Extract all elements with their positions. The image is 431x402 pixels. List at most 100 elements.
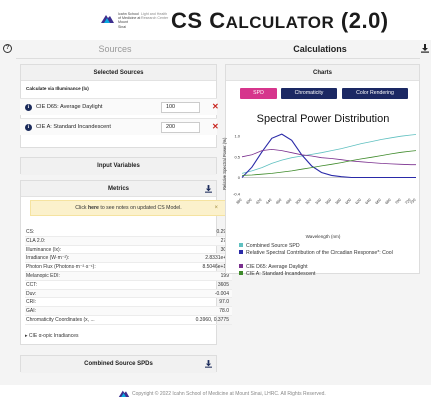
x-tick-label: 660: [375, 198, 382, 205]
info-icon[interactable]: i: [25, 124, 32, 131]
x-tick-label: 680: [385, 198, 392, 205]
legend-swatch: [239, 250, 243, 254]
x-tick-label: 540: [315, 198, 322, 205]
x-tick-label: 500: [295, 198, 302, 205]
logo-line: Research Center: [141, 16, 169, 21]
illuminance-input[interactable]: 100: [161, 102, 200, 113]
metric-row: Irradiance (W·m⁻²): 2.8331e+0: [25, 254, 232, 264]
title-part: C: [209, 8, 226, 33]
title-part: ALCULATOR: [225, 13, 335, 32]
source-row: i CIE A: Standard Incandescent 200 ✕: [20, 118, 219, 135]
alpha-opic-toggle[interactable]: ▸ CIE α-opic Irradiances: [25, 333, 78, 339]
illuminance-input[interactable]: 200: [161, 122, 200, 133]
x-tick-label: 600: [345, 198, 352, 205]
metric-label: GAI:: [26, 308, 37, 315]
legend-swatch: [239, 264, 243, 268]
x-tick-label: 560: [325, 198, 332, 205]
charts-heading: Charts: [226, 65, 419, 81]
metric-label: Duv:: [26, 290, 37, 297]
school-logo-text: Icahn School of Medicine at Mount Sinai: [118, 12, 140, 29]
metric-label: CS:: [26, 229, 35, 235]
metric-label: CRI:: [26, 299, 36, 306]
legend-swatch: [239, 243, 243, 247]
help-icon[interactable]: ?: [3, 44, 12, 53]
remove-source-icon[interactable]: ✕: [212, 102, 219, 112]
app-title: CS CALCULATOR (2.0): [171, 8, 389, 34]
metric-label: Irradiance (W·m⁻²):: [26, 255, 70, 262]
title-part: (2.0): [334, 8, 389, 33]
legend-item[interactable]: CIE D65: Average Daylight: [239, 264, 308, 270]
metric-label: CLA 2.0:: [26, 237, 46, 244]
metric-label: CCT:: [26, 281, 38, 288]
calculations-panel-title: Calculations: [293, 44, 347, 54]
logo-line: Sinai: [118, 24, 126, 29]
series-line: [241, 150, 417, 176]
combined-spd-heading: Combined Source SPDs: [21, 356, 216, 373]
input-variables-card[interactable]: Input Variables: [20, 157, 217, 175]
source-row: i CIE D65: Average Daylight 100 ✕: [20, 98, 219, 115]
lhrc-logo-text: Light and Health Research Center: [141, 12, 168, 20]
x-tick-label: 640: [365, 198, 372, 205]
selected-sources-heading: Selected Sources: [21, 65, 216, 81]
x-tick-label: 700: [394, 198, 401, 205]
tab-color-rendering[interactable]: Color Rendering: [342, 88, 408, 99]
download-icon[interactable]: [421, 44, 429, 53]
x-axis-label: Wavelength (nm): [305, 234, 341, 239]
notice-text: to see notes on updated CS Model.: [98, 205, 182, 211]
legend-label: Combined Source SPD: [246, 243, 300, 249]
mount-sinai-logo: [101, 15, 114, 23]
metric-row: Melanopic EDI: 199: [25, 272, 232, 281]
metric-label: Chromaticity Coordinates (x, ...: [26, 317, 95, 323]
mount-sinai-logo: [118, 390, 130, 397]
remove-source-icon[interactable]: ✕: [212, 122, 219, 132]
metrics-heading: Metrics: [21, 181, 216, 197]
y-axis-label: Relative Spectral Power (%): [222, 137, 227, 190]
x-tick-label: 580: [335, 198, 342, 205]
legend-item[interactable]: CIE A: Standard Incandescent: [239, 271, 316, 277]
x-tick-label: 520: [305, 198, 312, 205]
x-tick-label: 730: [409, 198, 416, 205]
combined-spd-card[interactable]: Combined Source SPDs: [20, 355, 217, 373]
divider: [16, 58, 420, 59]
tab-chromaticity[interactable]: Chromaticity: [281, 88, 337, 99]
download-icon[interactable]: [205, 185, 212, 193]
notes-link[interactable]: here: [88, 205, 99, 211]
x-tick-label: 440: [265, 198, 272, 205]
series-line: [241, 148, 416, 166]
x-tick-label: 460: [275, 198, 282, 205]
metric-value: 78.0: [219, 308, 229, 315]
metric-row: Illuminance (lx):300: [25, 246, 232, 255]
y-tick-label: 1.0: [234, 134, 240, 139]
metric-row: GAI: 78.0: [25, 307, 232, 316]
x-tick-label: 400: [245, 198, 252, 205]
sources-panel-title: Sources: [98, 44, 132, 54]
x-tick-label: 380: [235, 198, 242, 205]
source-name: CIE A: Standard Incandescent: [36, 124, 111, 130]
download-icon[interactable]: [205, 360, 212, 368]
series-line: [241, 133, 416, 179]
legend-item[interactable]: Combined Source SPD: [239, 243, 300, 249]
legend-swatch: [239, 271, 243, 275]
metric-row: Chromaticity Coordinates (x, ... 0.3960, …: [25, 316, 232, 325]
y-tick-label: 0: [238, 175, 241, 180]
model-notice: Click here to see notes on updated CS Mo…: [30, 200, 227, 216]
legend-label: Relative Spectral Contribution of the Ci…: [246, 250, 393, 256]
metric-row: CCT: 3605: [25, 281, 232, 290]
x-tick-label: 620: [355, 198, 362, 205]
info-icon[interactable]: i: [25, 104, 32, 111]
copyright-text: Copyright © 2022 Icahn School of Medicin…: [132, 391, 326, 397]
y-tick-label: 0.5: [234, 154, 240, 159]
header: Icahn School of Medicine at Mount Sinai …: [0, 0, 431, 38]
notice-text: Click: [75, 205, 88, 211]
metric-row: CS: 0.298: [25, 228, 232, 237]
source-name: CIE D65: Average Daylight: [36, 104, 103, 110]
tab-spd[interactable]: SPD: [240, 88, 277, 99]
y-tick-label: -0.4: [233, 192, 241, 197]
legend-label: CIE A: Standard Incandescent: [246, 271, 316, 277]
close-icon[interactable]: ×: [214, 201, 218, 215]
legend-item[interactable]: Relative Spectral Contribution of the Ci…: [239, 250, 404, 257]
spd-chart: 1.0 0.5 0 -0.4380 400 420 440 460 480 500 520 540 56…: [233, 133, 417, 205]
x-tick-label: 480: [285, 198, 292, 205]
x-tick-label: 420: [255, 198, 262, 205]
metric-row: Photon Flux (Photons·m⁻²·s⁻¹): 8.5046e+18: [25, 263, 232, 272]
